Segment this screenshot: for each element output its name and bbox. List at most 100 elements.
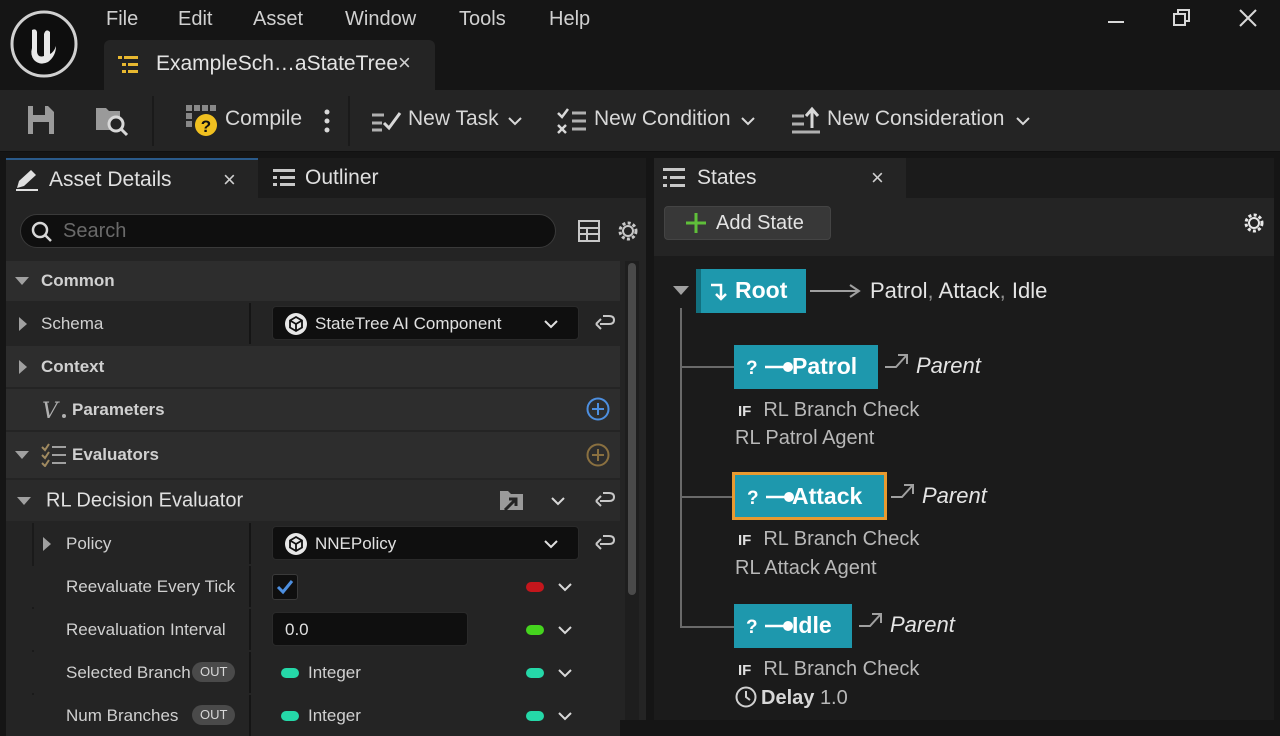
root-child-idle[interactable]: Idle [1012, 278, 1047, 303]
new-condition-button[interactable]: New Condition [594, 107, 731, 131]
expand-arrow-icon[interactable] [672, 285, 690, 296]
transition-parent-label: Parent [922, 483, 987, 508]
chevron-down-icon[interactable] [557, 582, 573, 592]
svg-text:V: V [42, 399, 60, 421]
reevaluate-checkbox[interactable] [272, 574, 298, 600]
menu-window[interactable]: Window [345, 8, 416, 31]
search-input[interactable] [63, 219, 533, 243]
transition-parent-label: Parent [916, 353, 981, 378]
expand-arrow-icon[interactable] [14, 276, 30, 286]
category-context-label: Context [41, 356, 105, 376]
menu-edit[interactable]: Edit [178, 8, 212, 31]
close-tab-button[interactable]: × [871, 165, 884, 191]
menu-file[interactable]: File [106, 8, 138, 31]
chevron-down-icon[interactable] [557, 625, 573, 635]
add-parameter-icon[interactable] [586, 397, 610, 421]
search-box[interactable] [20, 214, 556, 248]
tab-states[interactable]: States × [654, 158, 906, 198]
class-icon [284, 312, 308, 336]
restore-icon[interactable] [1170, 6, 1194, 30]
scrollbar-thumb[interactable] [628, 263, 636, 595]
parameters-icon: V [42, 399, 68, 421]
new-task-icon[interactable] [370, 109, 402, 133]
category-context[interactable]: Context [6, 346, 620, 387]
bool-pin-icon[interactable] [526, 582, 544, 592]
reset-arrow-icon[interactable] [595, 535, 615, 553]
document-tab[interactable]: ExampleSch…aStateTree × [104, 40, 435, 90]
evaluator-row[interactable]: RL Decision Evaluator [6, 480, 620, 521]
chevron-down-icon[interactable] [557, 668, 573, 678]
interval-input[interactable]: 0.0 [272, 612, 468, 646]
table-view-icon[interactable] [577, 219, 601, 243]
close-tab-button[interactable]: × [223, 167, 236, 193]
clock-icon [735, 686, 757, 708]
tab-states-label: States [697, 166, 757, 189]
add-evaluator-icon[interactable] [586, 443, 610, 467]
property-row-num-branches: Num Branches OUT Integer [6, 695, 620, 736]
compile-status-icon[interactable]: ? [186, 103, 220, 139]
new-consideration-button[interactable]: New Consideration [827, 107, 1004, 131]
category-evaluators[interactable]: Evaluators [6, 432, 620, 478]
category-common[interactable]: Common [6, 261, 620, 301]
schema-label: Schema [41, 313, 104, 333]
menu-help[interactable]: Help [549, 8, 590, 31]
condition-enter-icon: ? [746, 615, 794, 637]
state-root-label: Root [735, 277, 788, 303]
new-task-button[interactable]: New Task [408, 107, 499, 131]
state-root[interactable]: Root [696, 269, 806, 313]
root-child-patrol[interactable]: Patrol [870, 278, 927, 303]
chevron-down-icon [543, 539, 559, 549]
property-row-policy: Policy NNEPolicy [6, 523, 620, 720]
state-patrol[interactable]: ? Patrol [734, 345, 878, 389]
collapse-arrow-icon[interactable] [42, 536, 52, 552]
state-idle[interactable]: ? Idle [734, 604, 852, 648]
transition-arrow-icon [810, 283, 862, 299]
state-attack-task[interactable]: RL Attack Agent [735, 557, 877, 580]
close-tab-button[interactable]: × [398, 50, 411, 76]
unreal-logo-icon[interactable] [10, 10, 78, 78]
close-window-icon[interactable] [1236, 6, 1260, 30]
reset-arrow-icon[interactable] [595, 492, 615, 510]
category-parameters[interactable]: V Parameters [6, 389, 620, 430]
chevron-down-icon[interactable] [740, 116, 756, 126]
tab-outliner[interactable]: Outliner [264, 158, 464, 198]
root-child-attack[interactable]: Attack [939, 278, 1000, 303]
menu-asset[interactable]: Asset [253, 8, 303, 31]
expand-arrow-icon[interactable] [16, 496, 32, 506]
state-patrol-task[interactable]: RL Patrol Agent [735, 427, 874, 450]
tab-asset-details[interactable]: Asset Details × [6, 158, 258, 198]
tab-outliner-label: Outliner [305, 166, 379, 189]
browse-asset-icon[interactable] [94, 102, 130, 138]
compile-button[interactable]: Compile [225, 107, 302, 131]
chevron-down-icon[interactable] [1015, 116, 1031, 126]
state-patrol-label: Patrol [792, 353, 858, 379]
chevron-down-icon [543, 319, 559, 329]
evaluators-icon [41, 443, 67, 467]
chevron-down-icon[interactable] [550, 496, 566, 506]
states-panel: States × Add State Root Patrol, Attack, … [654, 158, 1274, 720]
reset-arrow-icon[interactable] [595, 315, 615, 333]
collapse-arrow-icon[interactable] [18, 316, 28, 332]
policy-dropdown[interactable]: NNEPolicy [272, 526, 579, 560]
class-icon [284, 532, 308, 556]
expand-arrow-icon[interactable] [14, 450, 30, 460]
chevron-down-icon[interactable] [507, 116, 523, 126]
save-icon[interactable] [26, 104, 56, 136]
compile-options-icon[interactable] [322, 108, 332, 134]
collapse-arrow-icon[interactable] [18, 359, 28, 375]
selected-branch-label: Selected Branch [66, 662, 191, 682]
new-condition-icon[interactable] [556, 107, 588, 135]
float-pin-icon[interactable] [526, 625, 544, 635]
minimize-icon[interactable] [1104, 6, 1128, 30]
schema-dropdown[interactable]: StateTree AI Component [272, 306, 579, 340]
browse-to-asset-icon[interactable] [499, 488, 525, 514]
gear-icon[interactable] [615, 218, 641, 244]
add-state-button[interactable]: Add State [664, 206, 831, 240]
state-attack[interactable]: ? Attack [732, 472, 887, 520]
new-consideration-icon[interactable] [790, 106, 822, 134]
menu-tools[interactable]: Tools [459, 8, 506, 31]
scrollbar-track[interactable] [625, 261, 639, 720]
integer-pin-icon[interactable] [526, 668, 544, 678]
gear-icon[interactable] [1241, 210, 1267, 236]
state-idle-task[interactable]: Delay 1.0 [735, 686, 848, 710]
